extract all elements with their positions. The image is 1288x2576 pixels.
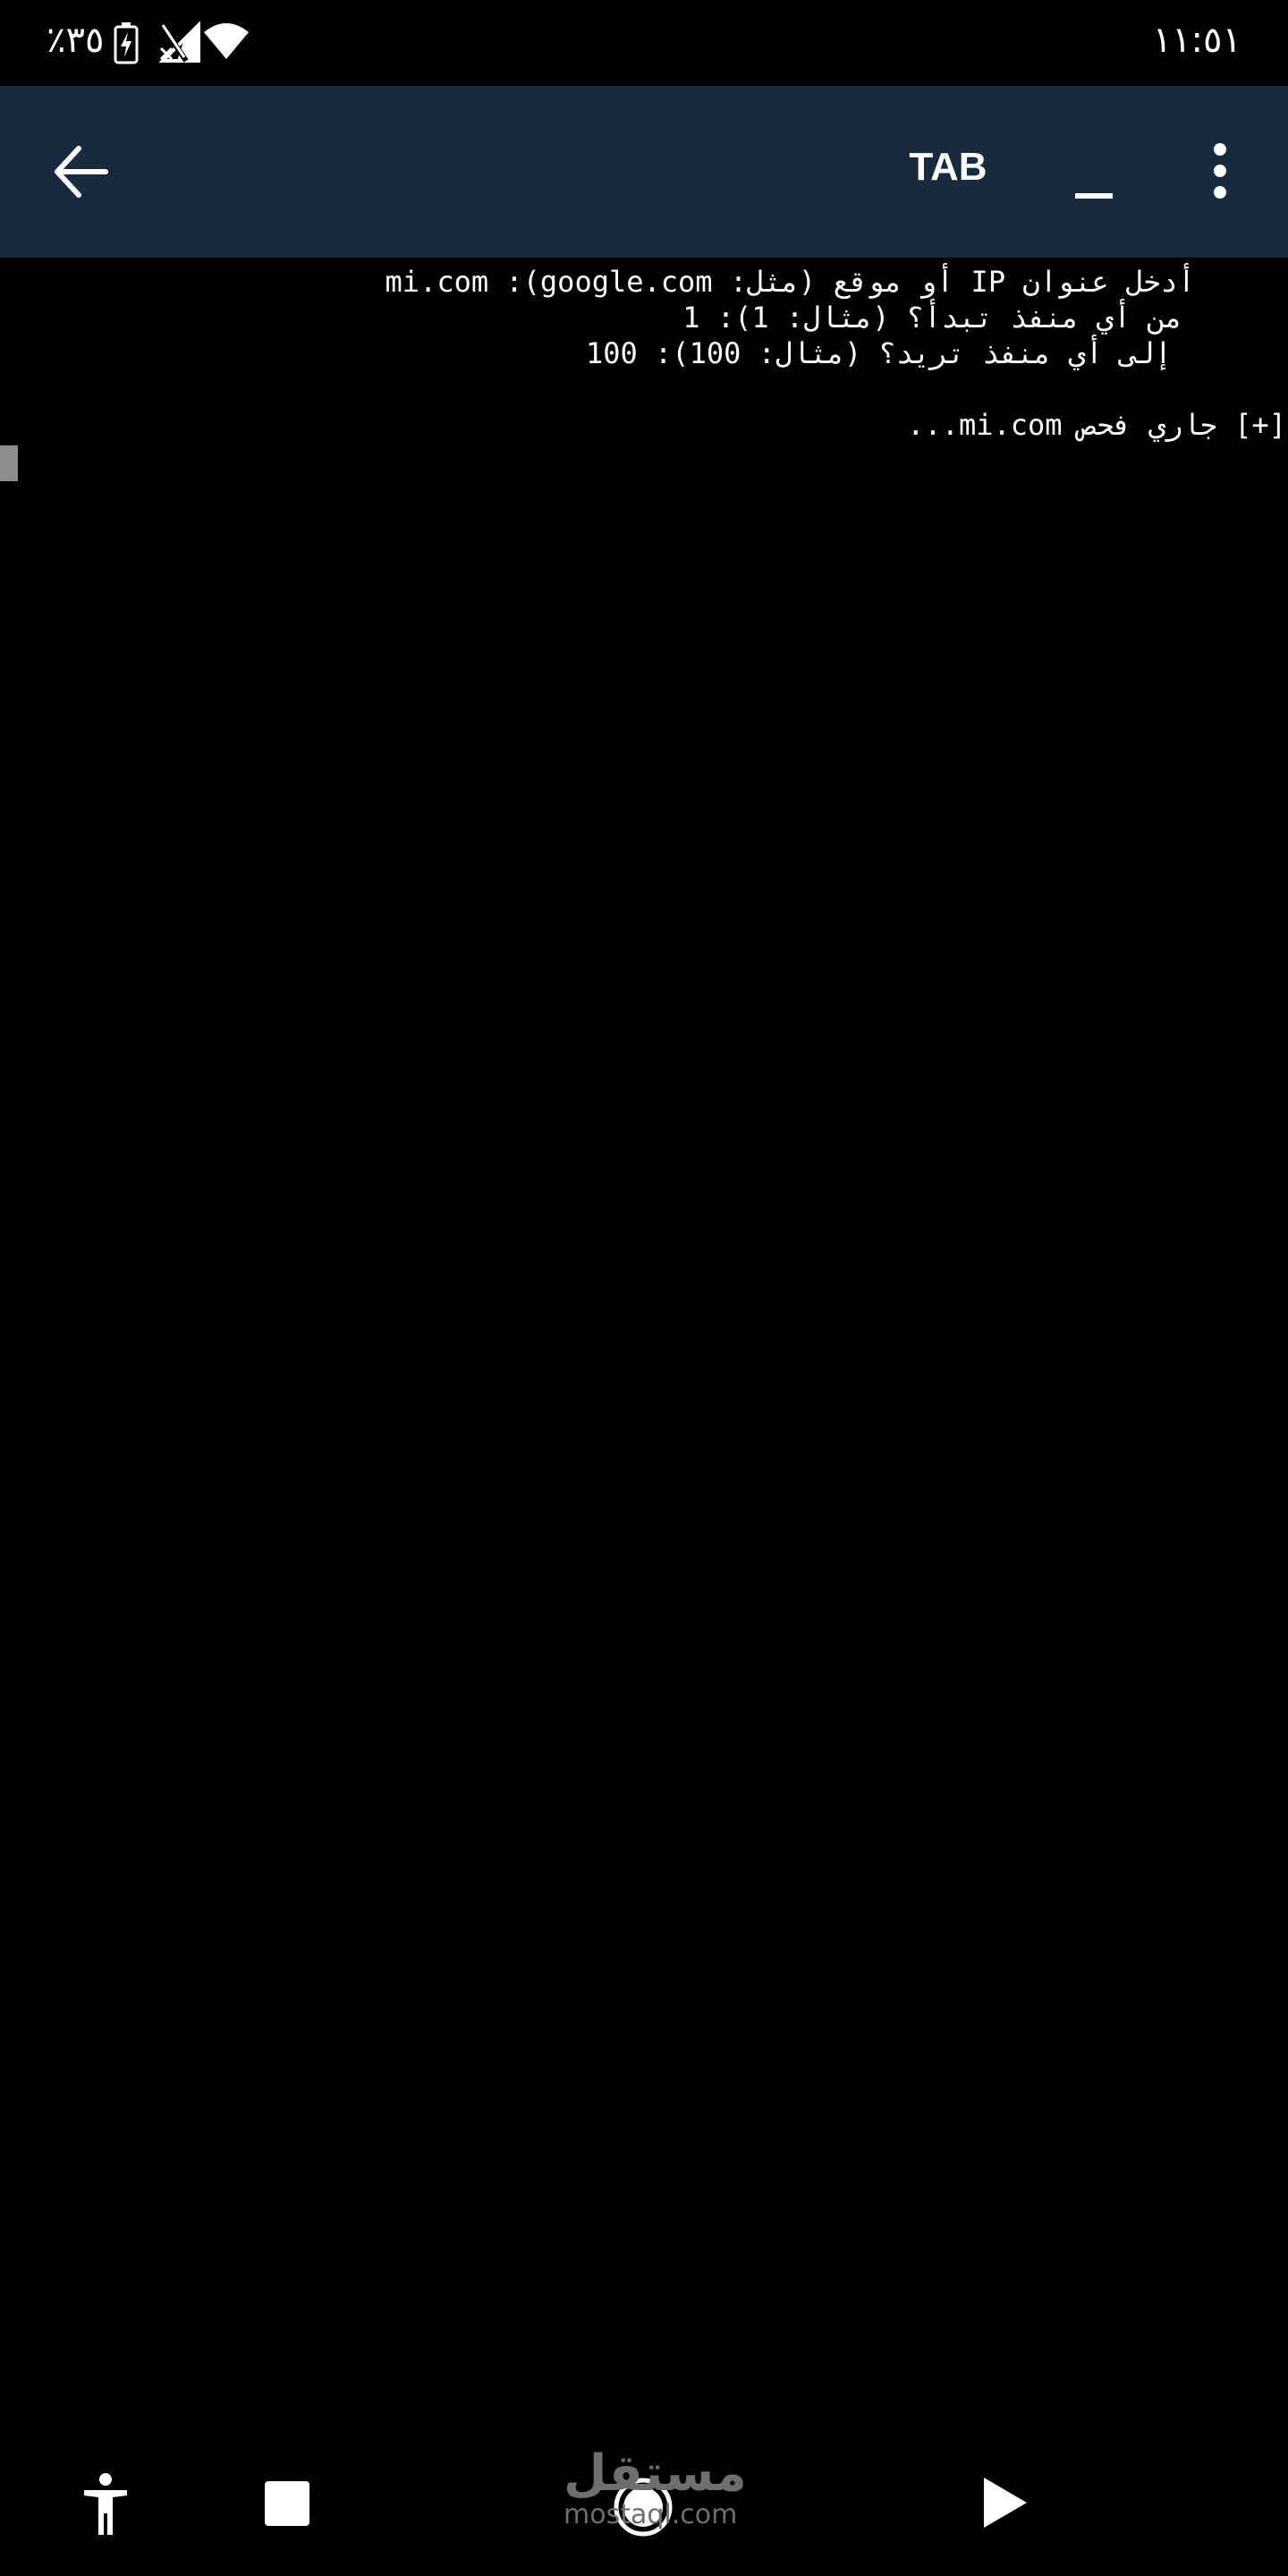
terminal-line: إلى أي منفذ تريد؟ (مثال: 100): 100: [585, 336, 1172, 370]
play-icon: [984, 2478, 1027, 2528]
app-toolbar: TAB: [0, 86, 1288, 258]
terminal-output[interactable]: أدخل عنوان IP أو موقع (مثل: google.com):…: [0, 258, 1288, 2440]
watermark-arabic: مستقل: [564, 2445, 747, 2503]
terminal-line: من أي منفذ تبدأ؟ (مثال: 1): 1: [682, 301, 1182, 335]
back-button[interactable]: [50, 140, 122, 204]
stop-button[interactable]: [263, 2479, 311, 2531]
more-vert-icon: [1214, 143, 1226, 156]
clock: ١١:٥١: [1152, 20, 1241, 61]
terminal-line: أدخل عنوان IP أو موقع (مثل: google.com):…: [385, 265, 1195, 299]
tab-title[interactable]: TAB: [894, 145, 1002, 190]
battery-percent: ٪٣٥: [47, 20, 105, 61]
play-button[interactable]: [979, 2474, 1030, 2535]
minimize-button[interactable]: [1064, 140, 1118, 204]
stop-icon: [265, 2481, 309, 2526]
watermark: مستقل mostaql.com: [564, 2445, 747, 2530]
battery-charging-icon: [113, 21, 140, 68]
arrow-left-icon: [55, 146, 108, 198]
status-bar: ٪٣٥ ١١:٥١: [0, 0, 1288, 86]
accessibility-button[interactable]: [80, 2472, 131, 2540]
terminal-cursor: [0, 445, 18, 481]
terminal-line: [+] جاري فحص mi.com...: [907, 408, 1286, 442]
minimize-icon: [1075, 193, 1113, 199]
watermark-latin: mostaql.com: [564, 2499, 738, 2530]
accessibility-icon: [84, 2473, 127, 2535]
wifi-icon: [202, 21, 250, 64]
more-options-button[interactable]: [1199, 140, 1241, 204]
no-signal-icon: [158, 21, 202, 68]
